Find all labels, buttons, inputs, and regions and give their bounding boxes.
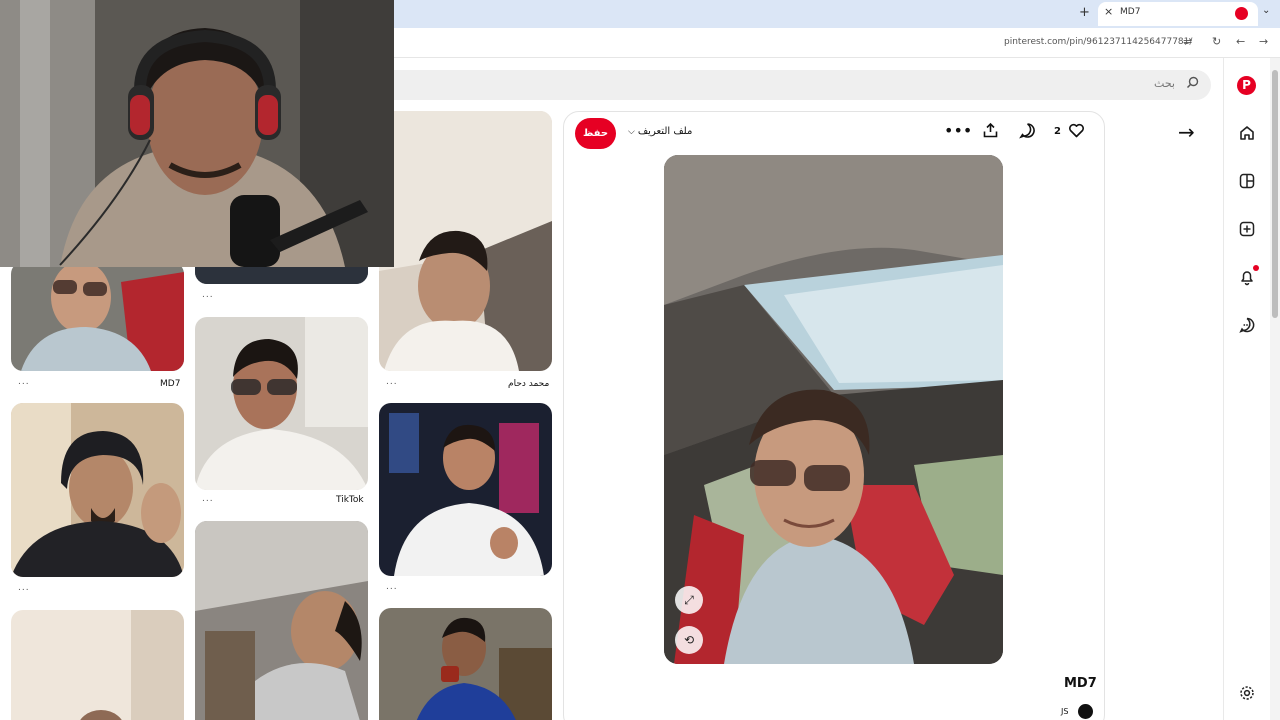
- pin-image[interactable]: [664, 155, 1003, 664]
- explore-icon[interactable]: [1238, 172, 1256, 190]
- tabs-menu-icon[interactable]: ⌄: [1262, 5, 1270, 16]
- pin-caption[interactable]: MD7: [160, 379, 180, 389]
- scrollbar-thumb[interactable]: [1272, 70, 1278, 318]
- save-button[interactable]: حفظ: [575, 118, 616, 149]
- home-icon[interactable]: [1238, 124, 1256, 142]
- author-name[interactable]: JS: [1061, 707, 1068, 716]
- site-settings-icon[interactable]: ⇌: [1183, 35, 1192, 48]
- profile-label: ملف التعريف: [637, 126, 693, 137]
- like-count: 2: [1054, 126, 1061, 137]
- more-icon[interactable]: •••: [944, 121, 972, 140]
- nav-back-icon[interactable]: ←: [1236, 35, 1245, 48]
- pin-caption[interactable]: TikTok: [336, 495, 364, 505]
- expand-icon[interactable]: ⤢: [675, 586, 703, 614]
- nav-forward-icon[interactable]: →: [1259, 35, 1268, 48]
- pin-title: MD7: [1064, 676, 1097, 691]
- browser-tab[interactable]: × MD7: [1098, 2, 1258, 26]
- message-icon[interactable]: [1238, 316, 1256, 334]
- settings-icon[interactable]: [1238, 684, 1256, 702]
- pinterest-logo-icon[interactable]: P: [1237, 76, 1256, 95]
- more-options-icon[interactable]: ...: [202, 290, 214, 300]
- back-arrow-icon[interactable]: →: [1178, 120, 1195, 144]
- more-options-icon[interactable]: ...: [18, 583, 30, 593]
- search-icon[interactable]: [1186, 76, 1199, 92]
- grid-pin-image[interactable]: [195, 521, 368, 720]
- more-options-icon[interactable]: ...: [202, 494, 214, 504]
- grid-pin-image[interactable]: [379, 608, 552, 720]
- reload-icon[interactable]: ↻: [1212, 35, 1221, 48]
- close-tab-icon[interactable]: ×: [1104, 5, 1113, 18]
- more-options-icon[interactable]: ...: [18, 377, 30, 387]
- new-tab-icon[interactable]: +: [1079, 5, 1090, 20]
- grid-pin-image[interactable]: [11, 262, 184, 371]
- comment-icon[interactable]: [1019, 122, 1036, 143]
- url-text[interactable]: pinterest.com/pin/961237114256477781/: [1004, 37, 1192, 47]
- grid-pin-image[interactable]: [195, 317, 368, 490]
- bell-icon[interactable]: [1238, 268, 1256, 286]
- create-icon[interactable]: [1238, 220, 1256, 238]
- grid-pin-image[interactable]: [379, 111, 552, 371]
- author-avatar[interactable]: [1078, 704, 1093, 719]
- share-icon[interactable]: [982, 122, 999, 143]
- tab-title: MD7: [1120, 7, 1141, 17]
- webcam-overlay: [0, 0, 394, 267]
- right-nav-rail: P: [1223, 58, 1268, 720]
- grid-pin-image[interactable]: [11, 610, 184, 720]
- search-bar[interactable]: [394, 70, 1211, 100]
- heart-icon[interactable]: [1068, 122, 1085, 143]
- grid-pin-image[interactable]: [11, 403, 184, 577]
- pinterest-favicon-icon: [1235, 7, 1248, 20]
- search-input[interactable]: [975, 77, 1175, 90]
- grid-pin-image[interactable]: [379, 403, 552, 576]
- chevron-down-icon: ⌵: [628, 127, 635, 137]
- visual-search-icon[interactable]: ⟲: [675, 626, 703, 654]
- profile-dropdown[interactable]: ⌵ ملف التعريف: [628, 126, 692, 137]
- notification-dot: [1253, 265, 1259, 271]
- more-options-icon[interactable]: ...: [386, 377, 398, 387]
- pin-caption[interactable]: محمد دحام: [508, 379, 549, 389]
- page-scrollbar[interactable]: [1270, 58, 1280, 720]
- more-options-icon[interactable]: ...: [386, 582, 398, 592]
